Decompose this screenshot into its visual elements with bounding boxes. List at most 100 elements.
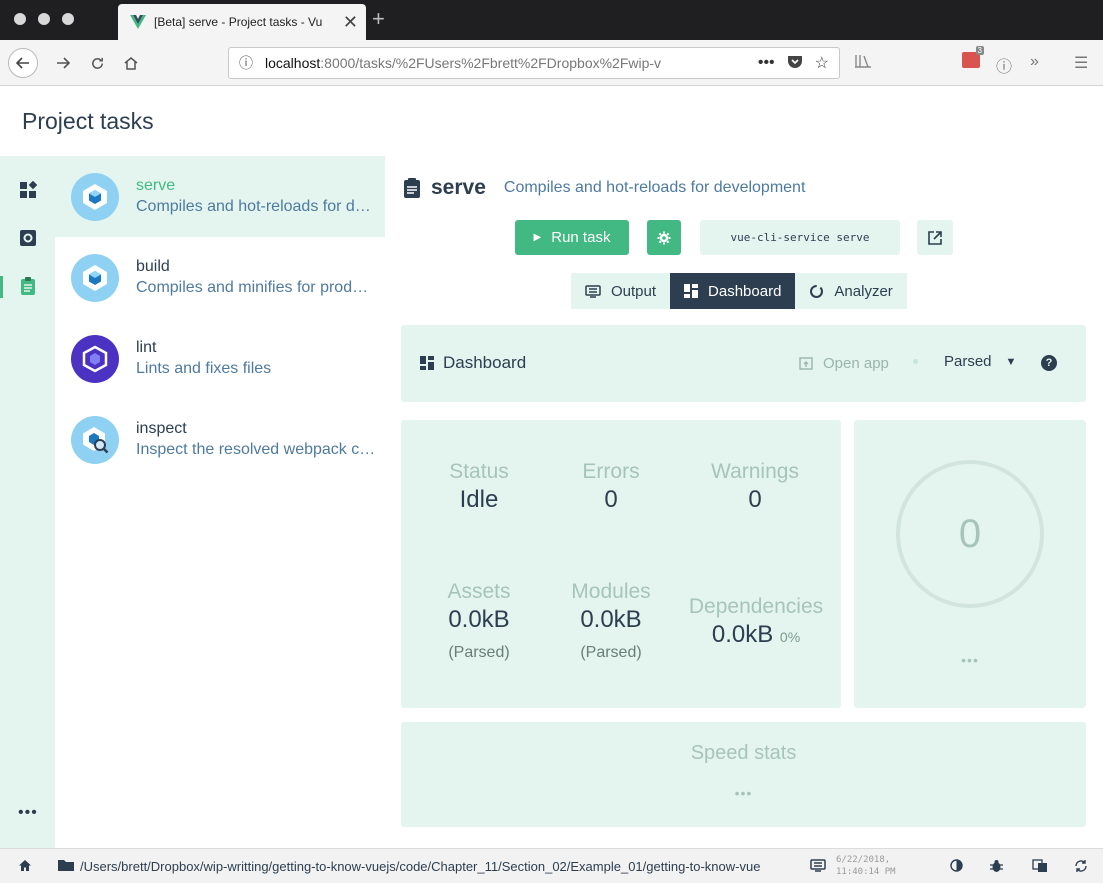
chevron-down-icon: ▼: [1005, 355, 1017, 368]
console-log-icon[interactable]: [810, 859, 826, 872]
webpack-inspect-icon: [71, 415, 119, 464]
reload-button[interactable]: [82, 48, 112, 78]
clipboard-icon: [404, 178, 420, 198]
speed-stats-more-icon[interactable]: •••: [401, 785, 1086, 801]
webpack-cube-icon: [71, 172, 119, 221]
stat-value: 0.0kB 0%: [681, 621, 831, 649]
run-task-label: Run task: [551, 229, 611, 246]
task-item-build[interactable]: build Compiles and minifies for producti…: [55, 237, 385, 318]
stats-card: Status Idle Errors 0 Warnings 0 Assets 0…: [401, 420, 841, 708]
task-item-lint[interactable]: lint Lints and fixes files: [55, 318, 385, 399]
url-host: localhost: [265, 55, 321, 71]
refresh-icon[interactable]: [1074, 859, 1088, 873]
dashboard-title-label: Dashboard: [443, 353, 527, 372]
speed-stats-card: Speed stats •••: [401, 722, 1086, 827]
stat-label: Dependencies: [688, 595, 824, 618]
stat-label: Status: [449, 460, 509, 483]
tasks-clipboard-icon[interactable]: [18, 276, 38, 296]
hamburger-menu-icon[interactable]: ☰: [1074, 53, 1088, 73]
configuration-icon[interactable]: [18, 228, 38, 248]
navigation-bar: ⓘ localhost :8000/tasks/%2FUsers%2Fbrett…: [0, 40, 1103, 86]
page-actions-icon[interactable]: •••: [758, 54, 775, 72]
vue-logo-icon: [130, 15, 146, 29]
extension-badge-count: 3: [975, 46, 984, 55]
close-tab-icon[interactable]: ✕: [343, 12, 358, 33]
stat-label: Warnings: [711, 460, 799, 483]
task-header: serve Compiles and hot-reloads for devel…: [403, 176, 805, 200]
task-title: serve: [431, 176, 486, 199]
stat-assets: Assets 0.0kB (Parsed): [427, 580, 531, 662]
task-settings-button[interactable]: [647, 220, 681, 255]
library-icon[interactable]: [854, 53, 872, 74]
page-title: Project tasks: [22, 108, 154, 134]
task-name: build: [136, 258, 170, 275]
stat-value: 0: [604, 486, 618, 513]
overflow-chevron-icon[interactable]: »: [1030, 53, 1039, 71]
plugins-icon[interactable]: [18, 180, 38, 200]
run-task-button[interactable]: ▶ Run task: [515, 220, 629, 255]
tab-analyzer[interactable]: Analyzer: [795, 273, 907, 309]
site-info-icon[interactable]: ⓘ: [239, 53, 253, 73]
dashboard-title: Dashboard: [420, 353, 526, 373]
bookmark-star-icon[interactable]: ☆: [815, 53, 829, 73]
dashboard-icon: [684, 284, 699, 298]
arrow-left-icon: [16, 57, 29, 69]
home-button[interactable]: [116, 48, 146, 78]
tab-title: [Beta] serve - Project tasks - Vu: [154, 15, 323, 29]
tab-dashboard[interactable]: Dashboard: [670, 273, 796, 309]
dark-mode-icon[interactable]: [950, 859, 963, 872]
task-name: lint: [136, 339, 157, 356]
help-icon[interactable]: ?: [1041, 355, 1057, 371]
stat-dependencies-size: 0.0kB: [711, 621, 774, 648]
size-mode-select[interactable]: Parsed ▼: [944, 353, 1016, 370]
task-description: Inspect the resolved webpack config: [136, 441, 376, 458]
stat-modules: Modules 0.0kB (Parsed): [559, 580, 663, 662]
minimize-window-dot[interactable]: [38, 13, 50, 25]
eslint-hexagon-icon: [71, 334, 119, 383]
open-app-button[interactable]: Open app: [799, 355, 889, 372]
browser-tab[interactable]: [Beta] serve - Project tasks - Vu ✕: [118, 4, 366, 40]
extension-badge-icon[interactable]: 3: [962, 46, 984, 68]
rail-more-icon[interactable]: •••: [18, 804, 38, 822]
task-item-serve[interactable]: serve Compiles and hot-reloads for devel…: [55, 156, 385, 237]
task-description: Compiles and minifies for production: [136, 279, 376, 296]
app-header: Project tasks: [0, 86, 1103, 156]
translate-icon[interactable]: [1032, 859, 1048, 873]
dashboard-toolbar: Dashboard Open app Parsed ▼ ?: [401, 325, 1086, 402]
project-path[interactable]: /Users/brett/Dropbox/wip-writting/gettin…: [80, 859, 760, 874]
back-button[interactable]: [8, 48, 38, 78]
stat-sub: (Parsed): [580, 644, 642, 661]
stat-label: Assets: [447, 580, 511, 603]
open-in-new-icon: [928, 230, 942, 245]
size-mode-value: Parsed: [944, 353, 992, 370]
home-icon[interactable]: [18, 859, 32, 872]
gear-icon: [657, 231, 671, 244]
folder-icon[interactable]: [58, 859, 74, 871]
tab-output-label: Output: [611, 282, 657, 300]
close-window-dot[interactable]: [14, 13, 26, 25]
task-list: serve Compiles and hot-reloads for devel…: [55, 156, 385, 848]
browser-window: [Beta] serve - Project tasks - Vu ✕ + ⓘ …: [0, 0, 1103, 883]
forward-button[interactable]: [48, 48, 78, 78]
reload-icon: [91, 57, 103, 69]
bug-report-icon[interactable]: [990, 859, 1003, 873]
maximize-window-dot[interactable]: [62, 13, 74, 25]
last-log-timestamp: 6/22/2018, 11:40:14 PM: [836, 854, 896, 878]
extension-circle-icon[interactable]: ⓘ: [996, 53, 1012, 77]
task-item-inspect[interactable]: inspect Inspect the resolved webpack con…: [55, 399, 385, 480]
task-description: Compiles and hot-reloads for development: [136, 198, 376, 215]
pocket-icon[interactable]: [787, 54, 803, 73]
address-bar[interactable]: ⓘ localhost :8000/tasks/%2FUsers%2Fbrett…: [228, 47, 840, 79]
stat-value: 0.0kB: [448, 606, 510, 633]
stat-errors: Errors 0: [561, 460, 661, 514]
progress-more-icon[interactable]: •••: [854, 652, 1086, 668]
home-icon: [124, 56, 138, 70]
view-tabs: Output Dashboard Analyzer: [571, 273, 907, 309]
stat-label: Errors: [582, 460, 640, 483]
new-tab-button[interactable]: +: [372, 6, 385, 32]
open-external-button[interactable]: [917, 220, 953, 255]
play-icon: ▶: [533, 232, 542, 243]
tab-output[interactable]: Output: [571, 273, 671, 309]
tab-bar: [Beta] serve - Project tasks - Vu ✕ +: [0, 0, 1103, 40]
stat-dependencies-percent: 0%: [779, 629, 801, 645]
